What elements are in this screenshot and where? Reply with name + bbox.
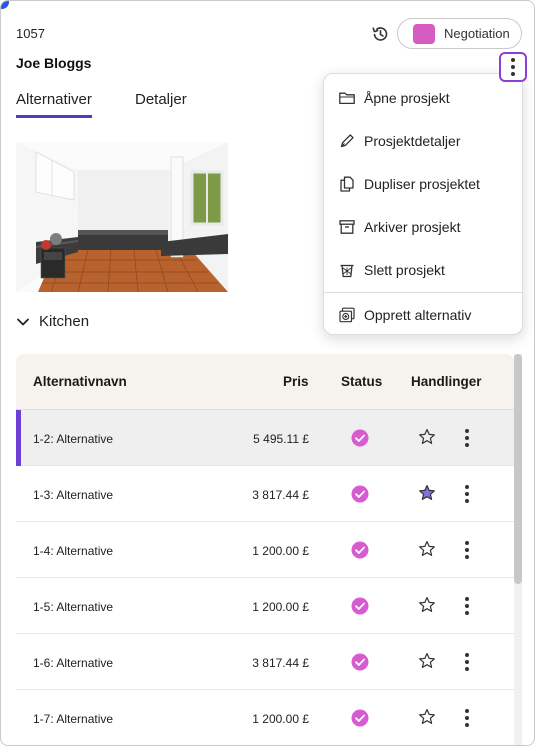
row-actions-button[interactable] bbox=[462, 428, 472, 448]
menu-label: Åpne prosjekt bbox=[364, 89, 450, 106]
status-label: Negotiation bbox=[444, 26, 510, 41]
kebab-dot bbox=[465, 723, 469, 727]
tab-alternatives[interactable]: Alternativer bbox=[16, 91, 92, 118]
column-header-actions: Handlinger bbox=[411, 374, 482, 389]
kebab-dot bbox=[511, 65, 515, 69]
kebab-dot bbox=[465, 429, 469, 433]
favorite-star-icon[interactable] bbox=[418, 708, 436, 726]
kebab-dot bbox=[465, 541, 469, 545]
selected-row-indicator bbox=[16, 410, 21, 466]
alternative-price: 5 495.11 £ bbox=[253, 432, 309, 446]
alternative-name: 1-5: Alternative bbox=[33, 600, 114, 614]
kebab-dot bbox=[511, 58, 515, 62]
kebab-dot bbox=[465, 653, 469, 657]
menu-label: Opprett alternativ bbox=[364, 306, 472, 323]
alternative-price: 1 200.00 £ bbox=[252, 544, 309, 558]
section-toggle-kitchen[interactable]: Kitchen bbox=[16, 313, 89, 330]
pen-icon bbox=[340, 133, 354, 147]
table-header: Alternativnavn Pris Status Handlinger bbox=[16, 354, 514, 410]
favorite-star-icon[interactable] bbox=[418, 484, 436, 502]
row-actions-button[interactable] bbox=[462, 484, 472, 504]
status-color-swatch bbox=[413, 23, 435, 44]
kebab-dot bbox=[465, 604, 469, 608]
kebab-dot bbox=[465, 611, 469, 615]
kebab-dot bbox=[465, 660, 469, 664]
kebab-dot bbox=[465, 436, 469, 440]
menu-item-project-details[interactable]: Prosjektdetaljer bbox=[324, 119, 522, 162]
kebab-dot bbox=[465, 667, 469, 671]
menu-item-create-alternative[interactable]: Opprett alternativ bbox=[324, 293, 522, 336]
alternative-name: 1-3: Alternative bbox=[33, 488, 114, 502]
table-row[interactable]: 1-7: Alternative 1 200.00 £ bbox=[16, 690, 514, 745]
project-name: Joe Bloggs bbox=[16, 55, 92, 71]
table-row[interactable]: 1-3: Alternative 3 817.44 £ bbox=[16, 466, 514, 522]
status-dropdown[interactable]: Negotiation bbox=[397, 18, 522, 49]
menu-label: Dupliser prosjektet bbox=[364, 175, 480, 192]
menu-item-open-project[interactable]: Åpne prosjekt bbox=[324, 76, 522, 119]
column-header-name[interactable]: Alternativnavn bbox=[33, 374, 127, 389]
favorite-star-icon[interactable] bbox=[418, 652, 436, 670]
menu-item-duplicate-project[interactable]: Dupliser prosjektet bbox=[324, 162, 522, 205]
kebab-dot bbox=[465, 555, 469, 559]
menu-label: Slett prosjekt bbox=[364, 261, 445, 278]
duplicate-icon bbox=[340, 176, 354, 192]
row-actions-button[interactable] bbox=[462, 540, 472, 560]
kitchen-render-image bbox=[16, 142, 228, 292]
kebab-dot bbox=[465, 485, 469, 489]
alternative-price: 3 817.44 £ bbox=[252, 656, 309, 670]
scrollbar-thumb[interactable] bbox=[514, 354, 522, 584]
alternative-price: 1 200.00 £ bbox=[252, 712, 309, 726]
column-header-status[interactable]: Status bbox=[341, 374, 382, 389]
folder-icon bbox=[339, 92, 355, 104]
menu-item-archive-project[interactable]: Arkiver prosjekt bbox=[324, 205, 522, 248]
kebab-dot bbox=[465, 709, 469, 713]
kebab-dot bbox=[465, 716, 469, 720]
kebab-dot bbox=[465, 597, 469, 601]
kebab-dot bbox=[465, 499, 469, 503]
menu-label: Prosjektdetaljer bbox=[364, 132, 461, 149]
alternative-price: 3 817.44 £ bbox=[252, 488, 309, 502]
status-check-icon bbox=[351, 653, 369, 671]
history-icon[interactable] bbox=[370, 24, 390, 44]
tab-details[interactable]: Detaljer bbox=[135, 91, 187, 108]
table-row[interactable]: 1-4: Alternative 1 200.00 £ bbox=[16, 522, 514, 578]
project-panel: 1057 Joe Bloggs Negotiation Alternativer… bbox=[0, 0, 535, 746]
favorite-star-icon[interactable] bbox=[418, 596, 436, 614]
status-check-icon bbox=[351, 541, 369, 559]
row-actions-button[interactable] bbox=[462, 652, 472, 672]
section-label: Kitchen bbox=[39, 313, 90, 330]
status-check-icon bbox=[351, 485, 369, 503]
trash-icon bbox=[340, 264, 354, 277]
alternative-name: 1-7: Alternative bbox=[33, 712, 114, 726]
favorite-star-icon[interactable] bbox=[418, 428, 436, 446]
archive-icon bbox=[339, 219, 355, 234]
row-actions-button[interactable] bbox=[462, 708, 472, 728]
alternative-name: 1-6: Alternative bbox=[33, 656, 114, 670]
row-actions-button[interactable] bbox=[462, 596, 472, 616]
menu-label: Arkiver prosjekt bbox=[364, 218, 461, 235]
table-row[interactable]: 1-6: Alternative 3 817.44 £ bbox=[16, 634, 514, 690]
menu-item-delete-project[interactable]: Slett prosjekt bbox=[324, 248, 522, 291]
add-alternative-icon bbox=[339, 307, 355, 322]
table-row[interactable]: 1-5: Alternative 1 200.00 £ bbox=[16, 578, 514, 634]
status-check-icon bbox=[351, 429, 369, 447]
alternative-price: 1 200.00 £ bbox=[252, 600, 309, 614]
table-row[interactable]: 1-2: Alternative 5 495.11 £ bbox=[16, 410, 514, 466]
column-header-price[interactable]: Pris bbox=[283, 374, 309, 389]
kebab-dot bbox=[511, 72, 515, 76]
status-check-icon bbox=[351, 597, 369, 615]
alternatives-table: Alternativnavn Pris Status Handlinger 1-… bbox=[16, 354, 514, 745]
alternative-name: 1-2: Alternative bbox=[33, 432, 114, 446]
project-id: 1057 bbox=[16, 26, 45, 41]
project-actions-menu: Åpne prosjekt Prosjektdetaljer Dupliser … bbox=[323, 73, 523, 335]
kebab-dot bbox=[465, 548, 469, 552]
chevron-down-icon bbox=[17, 318, 29, 325]
corner-indicator bbox=[1, 1, 9, 9]
project-menu-button[interactable] bbox=[499, 52, 527, 82]
favorite-star-icon[interactable] bbox=[418, 540, 436, 558]
kebab-dot bbox=[465, 443, 469, 447]
alternative-name: 1-4: Alternative bbox=[33, 544, 114, 558]
status-check-icon bbox=[351, 709, 369, 727]
kebab-dot bbox=[465, 492, 469, 496]
